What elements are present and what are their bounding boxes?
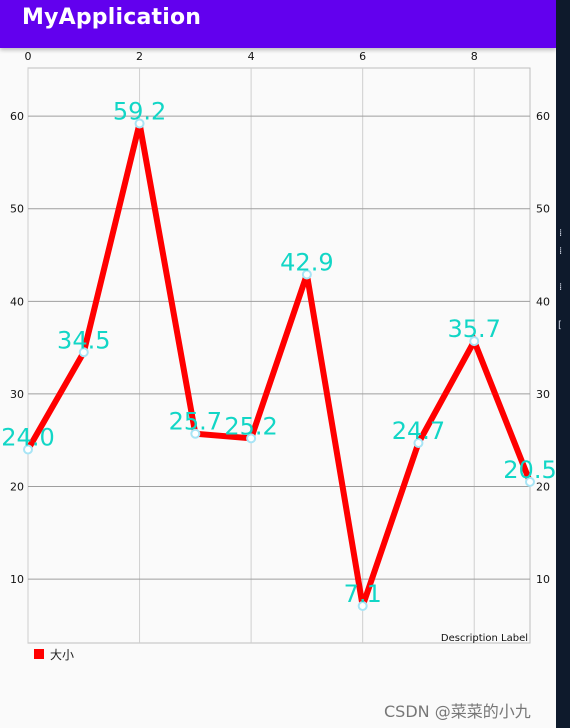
side-strip: ⁞ ⁞ ⁞ [	[556, 0, 570, 728]
x-tick-label: 0	[25, 50, 32, 63]
description-label: Description Label	[441, 633, 528, 644]
y-tick-label-right: 30	[536, 388, 550, 401]
legend-label: 大小	[50, 647, 75, 662]
data-value-label: 42.9	[280, 248, 333, 276]
data-value-label: 20.5	[503, 456, 556, 484]
data-value-label: 25.7	[169, 408, 222, 436]
y-tick-label-left: 40	[10, 295, 24, 308]
y-tick-label-left: 10	[10, 573, 24, 586]
divider-glyph-icon: ⁞	[559, 246, 563, 257]
app-title: MyApplication	[22, 5, 202, 30]
app-bar: MyApplication	[0, 0, 556, 48]
y-tick-label-left: 50	[10, 203, 24, 216]
data-value-label: 24.7	[392, 417, 445, 445]
divider-glyph-icon: ⁞	[559, 282, 563, 293]
y-tick-label-left: 20	[10, 481, 24, 494]
watermark: CSDN @菜菜的小九	[384, 702, 531, 721]
chart-legend: 大小	[34, 647, 75, 662]
data-value-label: 35.7	[448, 315, 501, 343]
data-value-label: 59.2	[113, 98, 166, 126]
data-value-label: 24.0	[1, 423, 54, 451]
y-tick-label-right: 40	[536, 295, 550, 308]
x-tick-label: 4	[248, 50, 255, 63]
y-tick-label-right: 50	[536, 203, 550, 216]
bracket-glyph-icon: [	[558, 320, 562, 331]
y-tick-label-left: 30	[10, 388, 24, 401]
series-line	[25, 122, 533, 607]
legend-swatch	[34, 649, 44, 659]
line-chart[interactable]: 0 2 4 6 810 1020 2030 3040 4050 5060 6024.034.559.…	[0, 48, 556, 645]
x-tick-label: 8	[471, 50, 478, 63]
x-tick-label: 2	[136, 50, 143, 63]
data-value-label: 34.5	[57, 326, 110, 354]
data-value-label: 25.2	[224, 412, 277, 440]
y-tick-label-right: 10	[536, 573, 550, 586]
x-tick-label: 6	[359, 50, 366, 63]
data-value-label: 7.1	[344, 580, 382, 608]
divider-glyph-icon: ⁞	[559, 228, 563, 239]
y-tick-label-right: 60	[536, 110, 550, 123]
y-tick-label-left: 60	[10, 110, 24, 123]
